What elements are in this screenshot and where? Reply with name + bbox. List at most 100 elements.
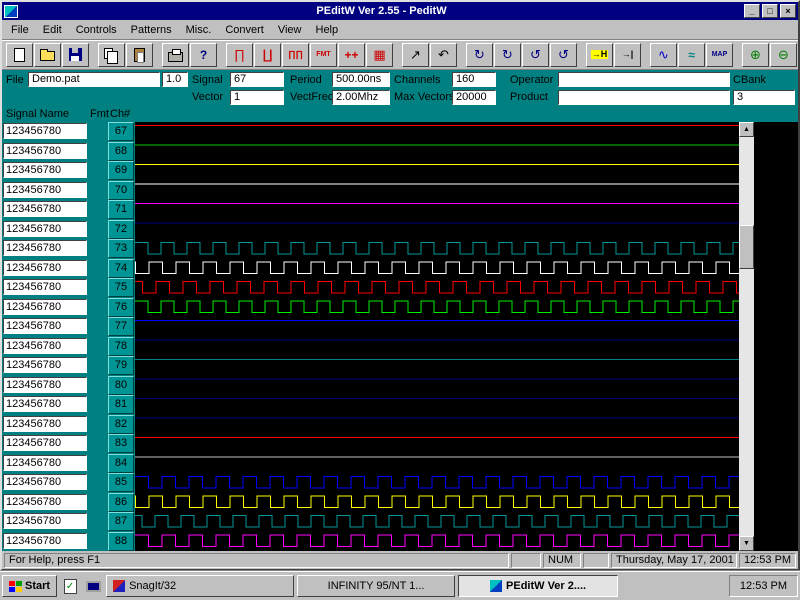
close-button[interactable]: × [780,4,796,18]
cbank-field[interactable]: 3 [733,90,795,105]
clock-format-1-button[interactable]: ↻ [466,42,493,67]
file-version-field[interactable]: 1.0 [162,72,188,87]
fmt-cell[interactable] [90,455,107,472]
channel-number-cell[interactable]: 84 [108,453,134,473]
clock-format-2-button[interactable]: ↻ [494,42,521,67]
signal-name-cell[interactable]: 123456780 [3,376,87,393]
fmt-cell[interactable] [90,318,107,335]
vector-field[interactable]: 1 [230,90,284,105]
signal-name-cell[interactable]: 123456780 [3,220,87,237]
taskbar-button-infinity-95-nt-1[interactable]: INFINITY 95/NT 1... [297,575,456,597]
scroll-up-button[interactable]: ▲ [739,122,754,137]
signal-name-cell[interactable]: 123456780 [3,337,87,354]
channel-number-cell[interactable]: 72 [108,219,134,239]
channel-number-cell[interactable]: 85 [108,473,134,492]
fmt-cell[interactable] [90,357,107,374]
insert-vectors-button[interactable]: ++ [338,42,365,67]
signal-name-cell[interactable]: 123456780 [3,357,87,373]
channel-number-cell[interactable]: 75 [108,278,134,297]
fmt-cell[interactable] [90,240,107,257]
menu-item-help[interactable]: Help [309,21,346,39]
quick-launch-monitor-icon[interactable] [83,576,104,596]
product-field[interactable] [558,90,730,105]
new-button[interactable] [6,42,33,67]
compare-wave-button[interactable]: ≈ [678,42,705,67]
menu-item-misc[interactable]: Misc. [179,21,219,39]
channels-field[interactable]: 160 [452,72,496,87]
signal-name-cell[interactable]: 123456780 [3,181,87,198]
start-button[interactable]: Start [2,575,58,597]
channel-number-cell[interactable]: 71 [108,200,134,219]
menu-item-file[interactable]: File [4,21,36,39]
signal-name-cell[interactable]: 123456780 [3,396,87,412]
map-button[interactable]: MAP [706,42,733,67]
menu-item-controls[interactable]: Controls [69,21,124,39]
channel-number-cell[interactable]: 77 [108,317,134,336]
fmt-cell[interactable] [90,260,107,277]
channel-number-cell[interactable]: 70 [108,180,134,200]
waveform-view-button[interactable]: ∿ [650,42,677,67]
vertical-scrollbar[interactable]: ▲ ▼ [739,122,754,551]
channel-number-cell[interactable]: 68 [108,141,134,161]
fmt-cell[interactable] [90,143,107,160]
paste-button[interactable] [126,42,153,67]
app-icon[interactable] [4,4,18,18]
fmt-cell[interactable] [90,182,107,199]
channel-number-cell[interactable]: 81 [108,395,134,414]
hold-format-button[interactable]: →H [586,42,613,67]
maxvectors-field[interactable]: 20000 [452,90,496,105]
channel-number-cell[interactable]: 86 [108,492,134,512]
channel-number-cell[interactable]: 87 [108,512,134,531]
fmt-button[interactable]: FMT [310,42,337,67]
help-button[interactable]: ? [190,42,217,67]
menu-item-view[interactable]: View [271,21,309,39]
menu-item-convert[interactable]: Convert [218,21,271,39]
fmt-cell[interactable] [90,338,107,355]
waveform-area[interactable] [135,122,739,551]
scroll-down-button[interactable]: ▼ [739,536,754,551]
channel-number-cell[interactable]: 67 [108,122,134,141]
signal-name-cell[interactable]: 123456780 [3,298,87,315]
clock-format-3-button[interactable]: ↺ [522,42,549,67]
menu-item-edit[interactable]: Edit [36,21,69,39]
fmt-cell[interactable] [90,513,107,530]
channel-number-cell[interactable]: 74 [108,258,134,278]
draw-line-button[interactable]: ↗ [402,42,429,67]
fmt-cell[interactable] [90,221,107,238]
taskbar-button-snagit-32[interactable]: SnagIt/32 [106,575,295,597]
taskbar-button-peditw-ver-2[interactable]: PEditW Ver 2.... [458,575,619,597]
print-button[interactable] [162,42,189,67]
vectfreq-field[interactable]: 2.00Mhz [332,90,390,105]
pulse-train-button[interactable]: ∏∏ [282,42,309,67]
channel-number-cell[interactable]: 78 [108,336,134,356]
signal-field[interactable]: 67 [230,72,284,87]
channel-number-cell[interactable]: 76 [108,297,134,317]
open-button[interactable] [34,42,61,67]
signal-name-cell[interactable]: 123456780 [3,162,87,178]
channel-number-cell[interactable]: 83 [108,434,134,453]
operator-field[interactable] [558,72,730,87]
signal-name-cell[interactable]: 123456780 [3,123,87,139]
fmt-cell[interactable] [90,416,107,433]
maximize-button[interactable]: □ [762,4,778,18]
save-button[interactable] [62,42,89,67]
zoom-out-button[interactable]: ⊖ [770,42,797,67]
signal-name-cell[interactable]: 123456780 [3,318,87,334]
menu-item-patterns[interactable]: Patterns [124,21,179,39]
fmt-cell[interactable] [90,474,107,491]
clock-format-4-button[interactable]: ↺ [550,42,577,67]
signal-name-cell[interactable]: 123456780 [3,435,87,451]
fmt-cell[interactable] [90,396,107,413]
signal-name-cell[interactable]: 123456780 [3,415,87,432]
fmt-cell[interactable] [90,201,107,218]
quick-launch-document-icon[interactable]: ✓ [60,576,81,596]
signal-name-cell[interactable]: 123456780 [3,474,87,490]
channel-number-cell[interactable]: 73 [108,239,134,258]
fmt-cell[interactable] [90,494,107,511]
fmt-cell[interactable] [90,377,107,394]
copy-button[interactable] [98,42,125,67]
period-field[interactable]: 500.00ns [332,72,390,87]
channel-number-cell[interactable]: 82 [108,414,134,434]
pattern-grid-button[interactable]: ▦ [366,42,393,67]
channel-number-cell[interactable]: 88 [108,531,134,551]
